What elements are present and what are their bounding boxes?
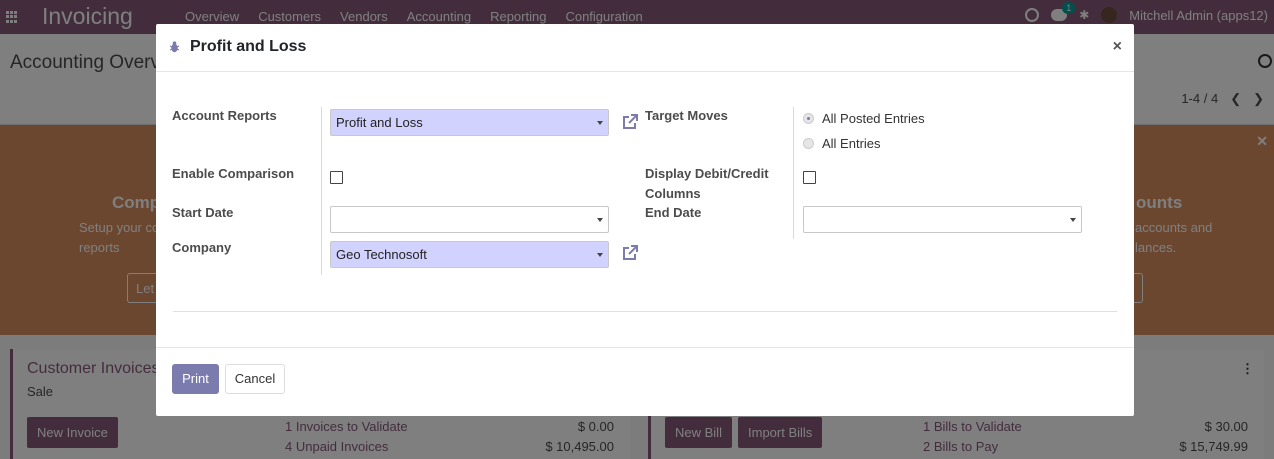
radio-all-posted-entries[interactable]: All Posted Entries [803, 111, 925, 126]
company-value: Geo Technosoft [336, 247, 427, 262]
column-divider-left [321, 107, 322, 275]
print-button[interactable]: Print [172, 364, 219, 394]
radio-label: All Posted Entries [822, 111, 925, 126]
external-link-icon[interactable] [621, 244, 639, 262]
display-debit-credit-checkbox[interactable] [803, 171, 816, 184]
dialog-title: Profit and Loss [190, 38, 307, 55]
display-debit-credit-label-line1: Display Debit/Credit [645, 166, 769, 181]
account-reports-select[interactable]: Profit and Loss [330, 109, 609, 136]
external-link-icon[interactable] [621, 113, 639, 131]
dialog-header: Profit and Loss × [156, 24, 1134, 72]
radio-all-entries[interactable]: All Entries [803, 136, 881, 151]
account-reports-value: Profit and Loss [336, 115, 423, 130]
account-reports-label: Account Reports [172, 108, 277, 123]
column-divider-right [793, 107, 794, 239]
display-debit-credit-label-line2: Columns [645, 186, 701, 201]
enable-comparison-label: Enable Comparison [172, 166, 295, 181]
cancel-button[interactable]: Cancel [225, 364, 285, 394]
display-debit-credit-label: Display Debit/Credit Columns [645, 164, 769, 204]
form-separator [173, 311, 1117, 312]
radio-dot[interactable] [803, 138, 814, 149]
chevron-down-icon [1070, 218, 1076, 222]
dialog-footer: Print Cancel [156, 347, 1134, 416]
company-select[interactable]: Geo Technosoft [330, 241, 609, 268]
target-moves-label: Target Moves [645, 108, 728, 123]
chevron-down-icon [597, 253, 603, 257]
radio-dot-selected[interactable] [803, 113, 814, 124]
bug-icon [169, 41, 180, 53]
start-date-label: Start Date [172, 205, 234, 220]
chevron-down-icon [597, 121, 603, 125]
end-date-select[interactable] [803, 206, 1082, 233]
close-icon[interactable]: × [1113, 38, 1122, 56]
start-date-select[interactable] [330, 206, 609, 233]
radio-label: All Entries [822, 136, 881, 151]
profit-and-loss-dialog: Profit and Loss × Account Reports Enable… [156, 24, 1134, 416]
company-label: Company [172, 240, 232, 255]
enable-comparison-checkbox[interactable] [330, 171, 343, 184]
end-date-label: End Date [645, 205, 702, 220]
chevron-down-icon [597, 218, 603, 222]
